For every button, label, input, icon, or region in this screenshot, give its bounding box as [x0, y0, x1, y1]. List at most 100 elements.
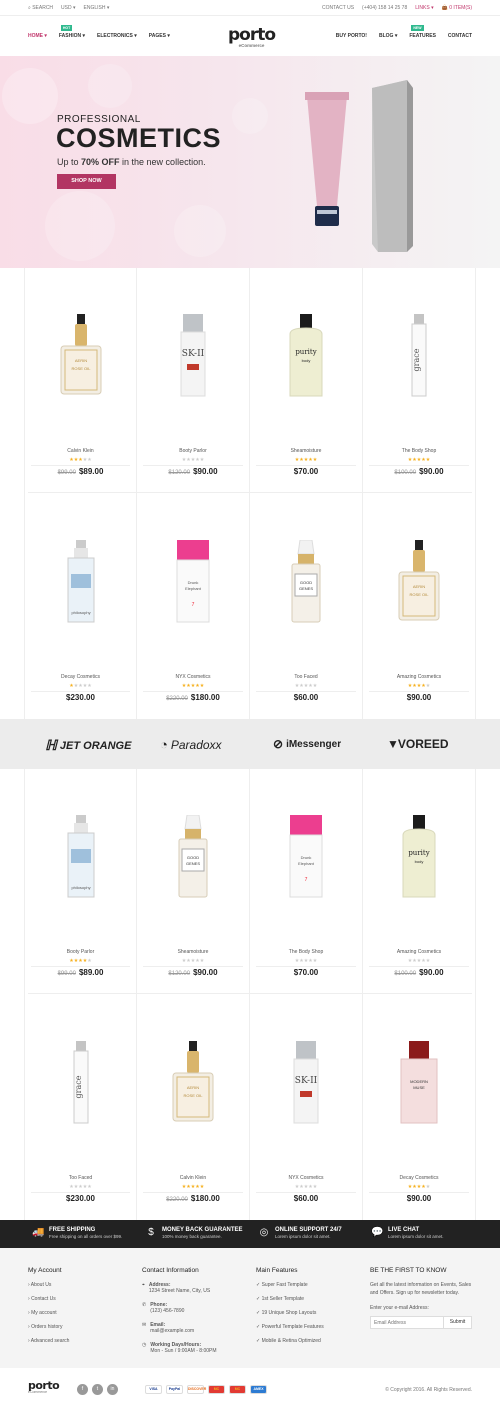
product-name[interactable]: Too Faced — [25, 1175, 136, 1181]
star-icon: ★ — [87, 1184, 92, 1190]
product-image[interactable]: philosophy — [51, 815, 111, 904]
product-name[interactable]: The Body Shop — [363, 448, 475, 454]
feature-list-item[interactable]: ✓ Mobile & Retina Optimized — [256, 1338, 324, 1344]
nav-item-electronics[interactable]: ELECTRONICS ▾ — [97, 33, 137, 39]
nav-item-features[interactable]: FEATURES NEW — [409, 25, 436, 39]
product-card[interactable]: MODERN MUSE Decay Cosmetics ★★★★★ $90.00 — [363, 995, 476, 1221]
footer-link[interactable]: › Advanced search — [28, 1338, 69, 1344]
brand-voreed[interactable]: ▼ VOREED — [387, 737, 449, 751]
nav-item-buy-porto-[interactable]: BUY PORTO! — [336, 33, 367, 39]
footer-link[interactable]: › My account — [28, 1310, 69, 1316]
product-image[interactable]: AERIN ROSE OIL — [51, 314, 111, 403]
facebook-icon[interactable]: f — [77, 1384, 88, 1395]
product-card[interactable]: SK-II NYX Cosmetics ★★★★★ $60.00 — [250, 995, 363, 1221]
nav-item-fashion[interactable]: FASHION ▾ HOT — [59, 25, 85, 39]
product-image[interactable]: SK-II — [276, 1041, 336, 1130]
product-price: $220.00 $180.00 — [137, 1194, 249, 1203]
product-card[interactable]: Drunk Elephant 7 The Body Shop ★★★★★ $70.00 — [250, 769, 363, 995]
product-name[interactable]: Calvin Klein — [137, 1175, 249, 1181]
linkedin-icon[interactable]: in — [107, 1384, 118, 1395]
product-name[interactable]: Booty Parlor — [25, 949, 136, 955]
footer-link[interactable]: › About Us — [28, 1282, 69, 1288]
feature-list-item[interactable]: ✓ Super Fast Template — [256, 1282, 324, 1288]
newsletter-submit-button[interactable]: Submit — [444, 1316, 472, 1329]
old-price: $220.00 — [166, 696, 188, 702]
product-image[interactable]: philosophy — [51, 540, 111, 629]
product-card[interactable]: AERIN ROSE OIL Amazing Cosmetics ★★★★★ $90.0… — [363, 494, 476, 720]
product-name[interactable]: Decay Cosmetics — [363, 1175, 475, 1181]
discover-icon: DISCOVER — [187, 1385, 206, 1394]
product-image[interactable]: Drunk Elephant 7 — [276, 815, 336, 904]
footer-logo[interactable]: porto eCommerce — [28, 1379, 60, 1394]
product-image[interactable]: GOOD GENES — [163, 814, 223, 904]
brand-paradoxx[interactable]: ◔ Paradoxx — [160, 737, 222, 752]
brand-jet-orange[interactable]: ℍ JET ORANGE — [45, 737, 131, 754]
product-image[interactable]: AERIN ROSE OIL — [389, 540, 449, 629]
current-price: $230.00 — [66, 1194, 95, 1203]
search-link[interactable]: ⌕ SEARCH — [28, 5, 53, 11]
product-name[interactable]: Decay Cosmetics — [25, 674, 136, 680]
old-price: $220.00 — [166, 1197, 188, 1203]
product-card[interactable]: philosophy Booty Parlor ★★★★★ $99.00 $89.00 — [24, 769, 137, 995]
language-select[interactable]: ENGLISH ▾ — [84, 5, 110, 11]
cart-link[interactable]: 👜 0 ITEM(S) — [442, 5, 472, 11]
chat-icon: 💬 — [371, 1227, 384, 1238]
product-image[interactable]: SK-II — [163, 314, 223, 403]
twitter-icon[interactable]: t — [92, 1384, 103, 1395]
nav-item-pages[interactable]: PAGES ▾ — [149, 33, 170, 39]
star-icon: ★ — [199, 1184, 205, 1190]
product-card[interactable]: purity body Sheamoisture ★★★★★ $70.00 — [250, 268, 363, 494]
product-name[interactable]: The Body Shop — [250, 949, 362, 955]
product-card[interactable]: purity body Amazing Cosmetics ★★★★★ $100.00 $… — [363, 769, 476, 995]
contact-link[interactable]: CONTACT US — [322, 5, 354, 11]
links-dropdown[interactable]: LINKS ▾ — [415, 5, 433, 11]
product-image[interactable]: purity body — [276, 314, 336, 403]
currency-select[interactable]: USD ▾ — [61, 5, 75, 11]
product-card[interactable]: AERIN ROSE OIL Calvin Klein ★★★★★ $220.00 $18… — [137, 995, 250, 1221]
nav-item-contact[interactable]: CONTACT — [448, 33, 472, 39]
svg-text:7: 7 — [305, 877, 308, 883]
product-card[interactable]: grace Too Faced ★★★★★ $230.00 — [24, 995, 137, 1221]
product-name[interactable]: Calvin Klein — [25, 448, 136, 454]
product-card[interactable]: GOOD GENES Too Faced ★★★★★ $60.00 — [250, 494, 363, 720]
product-image[interactable]: Drunk Elephant 7 — [163, 540, 223, 629]
mastercard-icon: MC — [229, 1385, 246, 1394]
logo[interactable]: porto eCommerce — [228, 25, 276, 48]
product-image[interactable]: grace — [389, 314, 449, 403]
feature-list-item[interactable]: ✓ 19 Unique Shop Layouts — [256, 1310, 324, 1316]
product-card[interactable]: AERIN ROSE OIL Calvin Klein ★★★★★ $99.00 $89.… — [24, 268, 137, 494]
product-name[interactable]: NYX Cosmetics — [250, 1175, 362, 1181]
product-name[interactable]: Sheamoisture — [137, 949, 249, 955]
product-name[interactable]: Sheamoisture — [250, 448, 362, 454]
product-price: $70.00 — [250, 968, 362, 977]
product-card[interactable]: grace The Body Shop ★★★★★ $100.00 $90.00 — [363, 268, 476, 494]
envelope-icon: ✉ — [142, 1322, 147, 1328]
product-image[interactable]: purity body — [389, 815, 449, 904]
star-icon: ★ — [199, 457, 205, 463]
feature-list-item[interactable]: ✓ Powerful Template Features — [256, 1324, 324, 1330]
product-image[interactable]: AERIN ROSE OIL — [163, 1041, 223, 1130]
newsletter-email-input[interactable] — [370, 1316, 444, 1329]
product-card[interactable]: Drunk Elephant 7 NYX Cosmetics ★★★★★ $220.00 $… — [137, 494, 250, 720]
nav-item-blog[interactable]: BLOG ▾ — [379, 33, 397, 39]
product-card[interactable]: philosophy Decay Cosmetics ★★★★★ $230.00 — [24, 494, 137, 720]
brand-imessenger[interactable]: ⊘ iMessenger — [273, 737, 341, 751]
product-image[interactable]: grace — [51, 1041, 111, 1130]
nav-item-home[interactable]: HOME ▾ — [28, 33, 47, 39]
footer-link[interactable]: › Contact Us — [28, 1296, 69, 1302]
card-divider — [143, 1192, 243, 1193]
product-image[interactable]: MODERN MUSE — [389, 1041, 449, 1130]
product-card[interactable]: GOOD GENES Sheamoisture ★★★★★ $120.00 $90.00 — [137, 769, 250, 995]
current-price: $70.00 — [293, 968, 319, 977]
product-name[interactable]: Amazing Cosmetics — [363, 949, 475, 955]
product-card[interactable]: SK-II Booty Parlor ★★★★★ $120.00 $90.00 — [137, 268, 250, 494]
product-name[interactable]: Too Faced — [250, 674, 362, 680]
footer-link[interactable]: › Orders history — [28, 1324, 69, 1330]
product-name[interactable]: Booty Parlor — [137, 448, 249, 454]
product-name[interactable]: NYX Cosmetics — [137, 674, 249, 680]
shop-now-button[interactable]: SHOP NOW — [57, 174, 116, 189]
product-name[interactable]: Amazing Cosmetics — [363, 674, 475, 680]
feature-list-item[interactable]: ✓ 1st Seller Template — [256, 1296, 324, 1302]
product-image[interactable]: GOOD GENES — [276, 539, 336, 629]
rating-stars: ★★★★★ — [137, 958, 249, 964]
